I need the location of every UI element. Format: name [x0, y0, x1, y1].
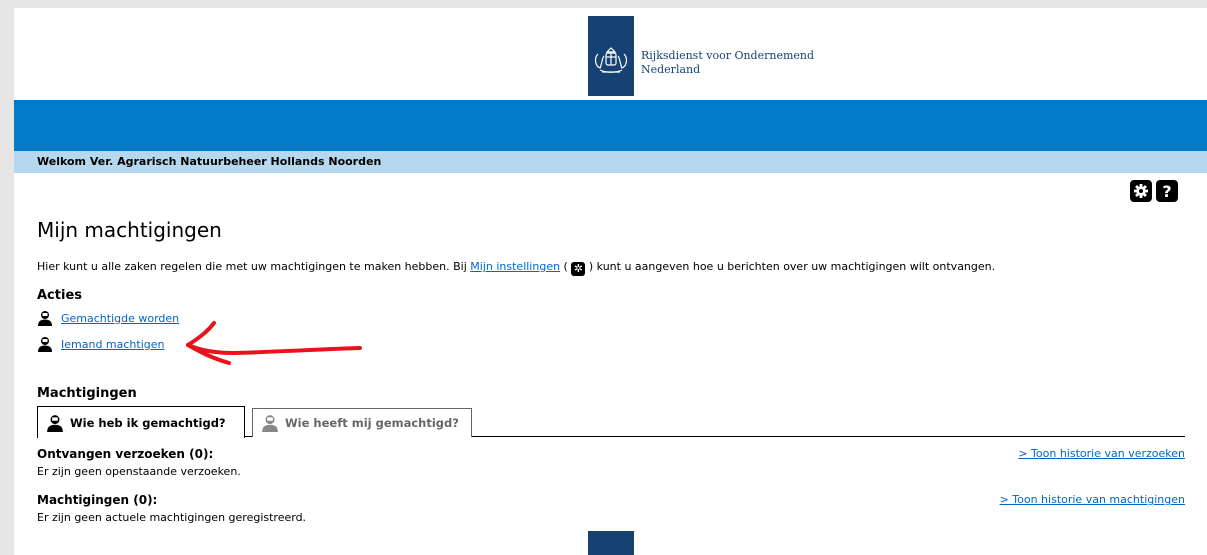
intro-paren-close: ) [585, 260, 597, 273]
requests-title: Ontvangen verzoeken (0): [37, 447, 214, 461]
person-icon [38, 311, 52, 326]
requests-text: Er zijn geen openstaande verzoeken. [37, 465, 241, 478]
coat-of-arms-icon [594, 47, 628, 73]
page-title: Mijn machtigingen [37, 218, 222, 242]
person-icon [47, 414, 63, 432]
intro-after: kunt u aangeven hoe u berichten over uw … [596, 260, 996, 273]
authorizations-text: Er zijn geen actuele machtigingen geregi… [37, 511, 307, 524]
tab-who-authorized-me[interactable]: Wie heeft mij gemachtigd? [252, 408, 472, 437]
header: Rijksdienst voor Ondernemend Nederland [14, 8, 1207, 100]
logo[interactable] [588, 16, 634, 96]
gear-icon [1134, 184, 1148, 198]
intro-paren-open: ( [560, 260, 572, 273]
person-icon [38, 337, 52, 352]
gear-icon: ✲ [571, 262, 586, 276]
requests-history-link[interactable]: > Toon historie van verzoeken [1018, 447, 1185, 460]
intro-before: Hier kunt u alle zaken regelen die met u… [37, 260, 471, 273]
my-settings-link[interactable]: Mijn instellingen [470, 260, 560, 273]
action-authorize-someone[interactable]: Iemand machtigen [37, 336, 165, 352]
help-button[interactable]: ? [1156, 180, 1178, 202]
authorizations-history-link[interactable]: > Toon historie van machtigingen [1000, 493, 1185, 506]
acties-heading: Acties [37, 288, 82, 303]
authorizations-title: Machtigingen (0): [37, 493, 158, 507]
tab-who-did-i-authorize[interactable]: Wie heb ik gemachtigd? [37, 406, 245, 438]
navigation-bar [14, 100, 1207, 151]
tab-label: Wie heb ik gemachtigd? [70, 415, 226, 430]
person-icon [262, 415, 278, 432]
tab-bar: Wie heb ik gemachtigd? Wie heeft mij gem… [37, 406, 1185, 438]
org-name-line2: Nederland [641, 63, 701, 76]
org-name-line1: Rijksdienst voor Ondernemend [641, 49, 815, 62]
settings-button[interactable] [1130, 180, 1152, 202]
help-icon: ? [1162, 181, 1172, 201]
authorize-someone-link[interactable]: Iemand machtigen [61, 338, 165, 351]
red-arrow-annotation [186, 321, 362, 365]
tab-label: Wie heeft mij gemachtigd? [285, 416, 459, 430]
toolbar: ? [1130, 180, 1178, 202]
become-authorized-link[interactable]: Gemachtigde worden [61, 312, 179, 325]
machtigingen-heading: Machtigingen [37, 386, 137, 401]
welcome-bar: Welkom Ver. Agrarisch Natuurbeheer Holla… [14, 151, 1207, 173]
intro-text: Hier kunt u alle zaken regelen die met u… [37, 260, 995, 276]
footer-logo-block [588, 531, 634, 555]
page: Rijksdienst voor Ondernemend Nederland W… [14, 8, 1207, 555]
action-become-authorized[interactable]: Gemachtigde worden [37, 310, 179, 326]
org-name: Rijksdienst voor Ondernemend Nederland [641, 49, 814, 77]
